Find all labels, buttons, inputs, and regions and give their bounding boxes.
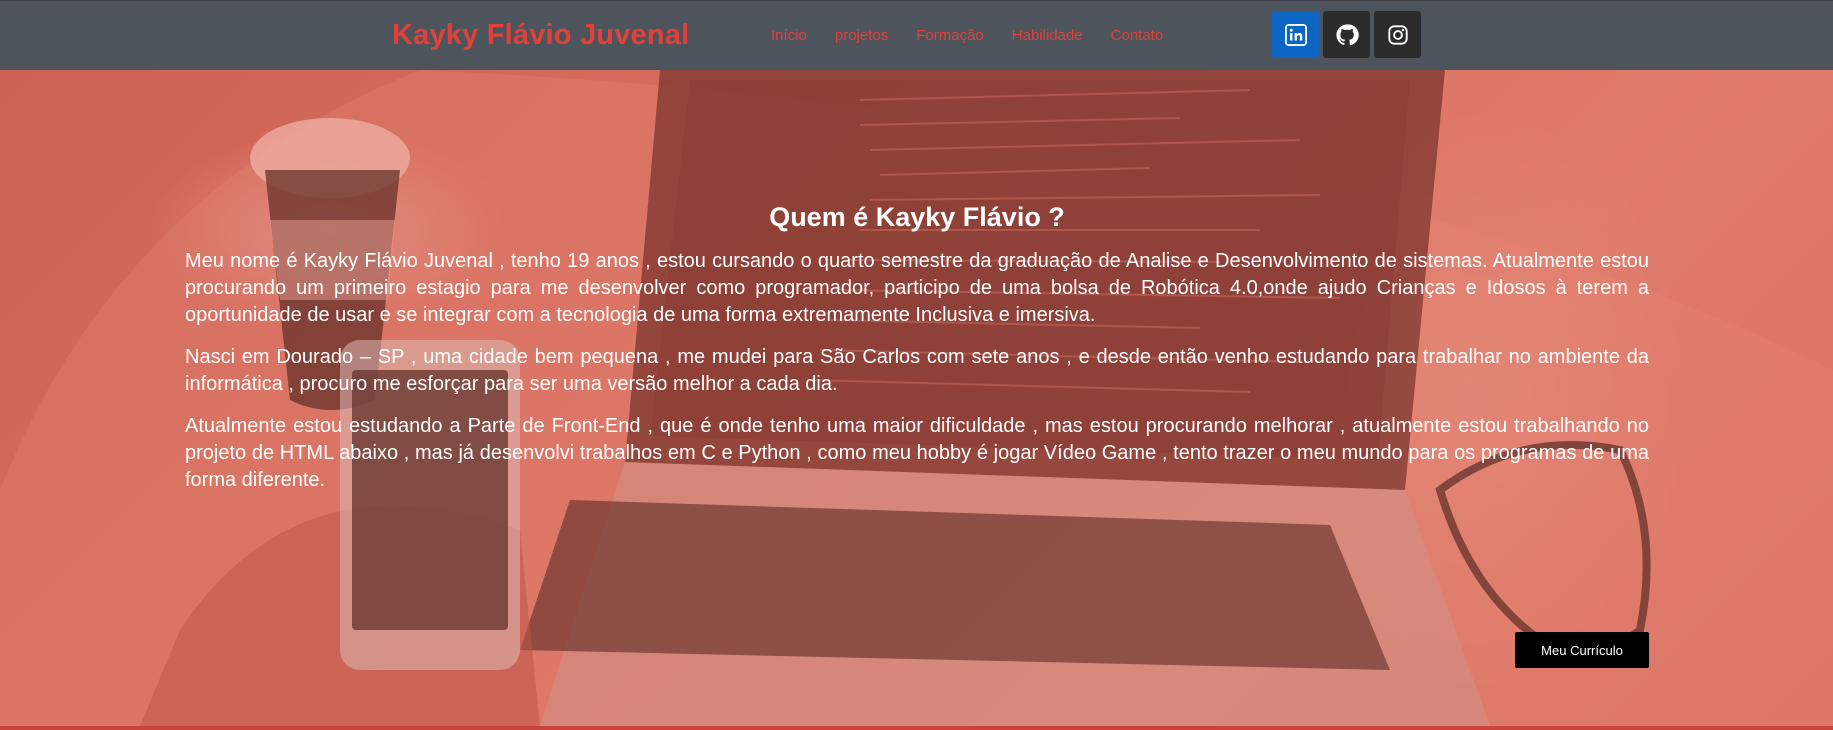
curriculum-button[interactable]: Meu Currículo — [1515, 632, 1649, 668]
linkedin-icon — [1284, 23, 1307, 46]
main-navigation: Início projetos Formação Habilidade Cont… — [771, 27, 1163, 44]
nav-link-inicio[interactable]: Início — [771, 27, 807, 44]
top-navigation-bar: Kayky Flávio Juvenal Início projetos For… — [0, 0, 1833, 70]
about-paragraph-1: Meu nome é Kayky Flávio Juvenal , tenho … — [185, 250, 1649, 326]
social-links — [1272, 11, 1421, 58]
linkedin-button[interactable] — [1272, 11, 1319, 58]
bottom-accent-strip — [0, 726, 1833, 730]
about-heading: Quem é Kayky Flávio ? — [769, 202, 1065, 232]
nav-link-formacao[interactable]: Formação — [916, 27, 984, 44]
instagram-button[interactable] — [1374, 11, 1421, 58]
nav-link-contato[interactable]: Contato — [1111, 27, 1164, 44]
about-hero-section: Quem é Kayky Flávio ? Meu nome é Kayky F… — [0, 70, 1833, 726]
nav-link-projetos[interactable]: projetos — [835, 27, 888, 44]
instagram-icon — [1387, 24, 1408, 45]
about-paragraph-2: Nasci em Dourado – SP , uma cidade bem p… — [185, 346, 1649, 395]
github-icon — [1335, 23, 1359, 45]
github-button[interactable] — [1323, 11, 1370, 58]
site-brand-name[interactable]: Kayky Flávio Juvenal — [392, 19, 689, 52]
about-content: Quem é Kayky Flávio ? Meu nome é Kayky F… — [185, 200, 1649, 494]
nav-link-habilidade[interactable]: Habilidade — [1012, 27, 1083, 44]
about-paragraph-3: Atualmente estou estudando a Parte de Fr… — [185, 415, 1649, 491]
